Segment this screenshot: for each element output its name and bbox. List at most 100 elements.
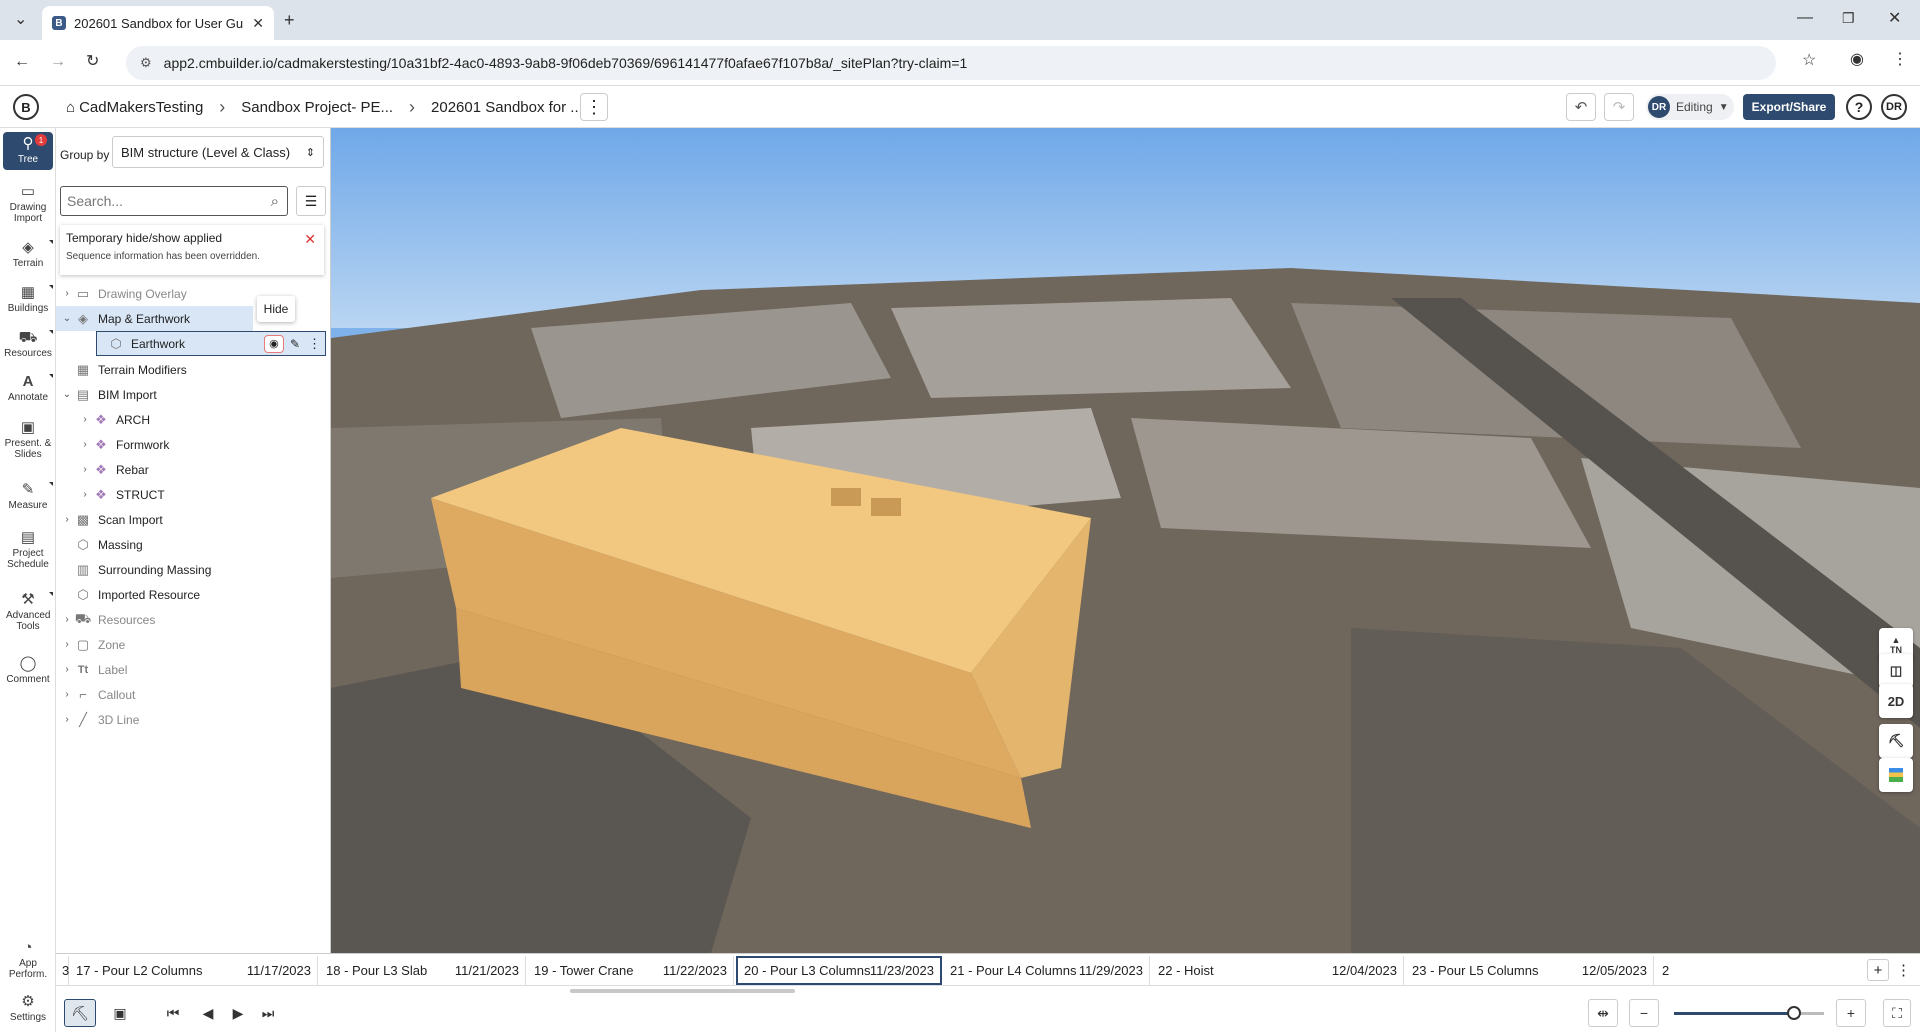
rail-project-schedule[interactable]: ▤ Project Schedule bbox=[0, 530, 56, 571]
step-back-icon[interactable]: ◀ bbox=[196, 999, 220, 1027]
chevron-right-icon[interactable]: › bbox=[78, 464, 92, 475]
breadcrumb-org[interactable]: CadMakersTesting bbox=[79, 99, 203, 116]
chevron-down-icon[interactable]: ⌄ bbox=[60, 313, 74, 324]
rail-annotate[interactable]: A Annotate bbox=[0, 374, 56, 403]
back-icon[interactable]: ← bbox=[14, 54, 30, 70]
tree-node-bim-import[interactable]: ⌄ ▤ BIM Import bbox=[56, 382, 331, 407]
restore-icon[interactable]: ❐ bbox=[1842, 11, 1855, 25]
minimize-icon[interactable]: — bbox=[1797, 10, 1813, 26]
edit-icon[interactable]: ✎ bbox=[290, 337, 300, 351]
zoom-in-icon[interactable]: + bbox=[1836, 999, 1866, 1027]
tab-list-icon[interactable]: ⌄ bbox=[14, 12, 27, 28]
clear-override-icon[interactable]: ✕ bbox=[304, 231, 316, 248]
zoom-out-icon[interactable]: − bbox=[1629, 999, 1659, 1027]
rail-comment[interactable]: ◯ Comment bbox=[0, 656, 56, 686]
tree-node-arch[interactable]: › ❖ ARCH bbox=[56, 407, 331, 432]
redo-icon[interactable]: ↷ bbox=[1604, 93, 1634, 121]
skip-start-icon[interactable]: ⏮ bbox=[161, 999, 185, 1027]
edit-mode-dropdown[interactable]: DR Editing ▼ bbox=[1646, 94, 1734, 120]
group-by-select[interactable]: BIM structure (Level & Class) ⇕ bbox=[112, 136, 324, 168]
layers-button[interactable]: ◫ bbox=[1879, 654, 1913, 688]
rail-tree[interactable]: ⚲ Tree 1 bbox=[3, 132, 53, 170]
breadcrumb-model[interactable]: 202601 Sandbox for ... bbox=[431, 99, 583, 116]
rail-resources[interactable]: ⛟ Resources bbox=[0, 330, 56, 359]
forward-icon[interactable]: → bbox=[50, 54, 66, 70]
timeline-step[interactable]: 23 - Pour L5 Columns 12/05/2023 bbox=[1406, 956, 1654, 985]
rail-buildings[interactable]: ▦ Buildings bbox=[0, 285, 56, 314]
fullscreen-icon[interactable]: ⛶ bbox=[1883, 999, 1911, 1027]
tree-node-zone[interactable]: › ▢ Zone bbox=[56, 632, 331, 657]
tree-node-surrounding-massing[interactable]: ▥ Surrounding Massing bbox=[56, 557, 331, 582]
tree-node-callout[interactable]: › ⌐ Callout bbox=[56, 682, 331, 707]
search-input[interactable]: Search... ⌕ bbox=[60, 186, 288, 216]
new-tab-icon[interactable]: + bbox=[284, 11, 295, 29]
play-icon[interactable]: ▶ bbox=[226, 999, 250, 1027]
tree-node-scan-import[interactable]: › ▩ Scan Import bbox=[56, 507, 331, 532]
tree-node-resources[interactable]: › ⛟ Resources bbox=[56, 607, 331, 632]
home-icon[interactable]: ⌂ bbox=[66, 99, 75, 116]
chevron-right-icon[interactable]: › bbox=[60, 689, 74, 700]
rail-app-performance[interactable]: ◔ App Perform. bbox=[0, 940, 56, 981]
chevron-right-icon[interactable]: › bbox=[78, 414, 92, 425]
rail-presentation[interactable]: ▣ Present. & Slides bbox=[0, 420, 56, 461]
more-icon[interactable]: ⋮ bbox=[308, 336, 321, 352]
chevron-right-icon[interactable]: › bbox=[60, 288, 74, 299]
timeline-step[interactable]: 2 bbox=[1656, 956, 1676, 985]
browser-tab[interactable]: B 202601 Sandbox for User Guide ✕ bbox=[42, 6, 274, 40]
export-share-button[interactable]: Export/Share bbox=[1743, 94, 1835, 120]
chevron-right-icon[interactable]: › bbox=[60, 514, 74, 525]
rail-measure[interactable]: ✎ Measure bbox=[0, 482, 56, 511]
chevron-right-icon[interactable]: › bbox=[60, 639, 74, 650]
color-legend-button[interactable] bbox=[1879, 758, 1913, 792]
chevron-right-icon[interactable]: › bbox=[78, 489, 92, 500]
rail-advanced-tools[interactable]: ⚒ Advanced Tools bbox=[0, 592, 56, 632]
chevron-right-icon[interactable]: › bbox=[60, 714, 74, 725]
tree-node-terrain-modifiers[interactable]: ▦ Terrain Modifiers bbox=[56, 357, 331, 382]
timeline-step[interactable]: 3 bbox=[56, 956, 69, 985]
tree-node-label[interactable]: › Tt Label bbox=[56, 657, 331, 682]
tree-node-imported-resource[interactable]: ⬡ Imported Resource bbox=[56, 582, 331, 607]
timeline-step-current[interactable]: 20 - Pour L3 Columns 11/23/2023 bbox=[736, 956, 942, 985]
tree-node-struct[interactable]: › ❖ STRUCT bbox=[56, 482, 331, 507]
bookmark-star-icon[interactable]: ☆ bbox=[1802, 53, 1816, 69]
user-avatar[interactable]: DR bbox=[1881, 94, 1907, 120]
reload-icon[interactable]: ↻ bbox=[86, 54, 99, 70]
timeline-step[interactable]: 19 - Tower Crane 11/22/2023 bbox=[528, 956, 734, 985]
undo-icon[interactable]: ↶ bbox=[1566, 93, 1596, 121]
skip-end-icon[interactable]: ⏭ bbox=[256, 999, 280, 1027]
tree-node-formwork[interactable]: › ❖ Formwork bbox=[56, 432, 331, 457]
chevron-right-icon[interactable]: › bbox=[60, 664, 74, 675]
zoom-slider-knob[interactable] bbox=[1787, 1006, 1801, 1020]
browser-menu-icon[interactable]: ⋮ bbox=[1892, 52, 1908, 68]
app-logo[interactable]: B bbox=[13, 94, 39, 120]
filter-list-button[interactable]: ☰ bbox=[296, 186, 326, 216]
tree-node-3d-line[interactable]: › ╱ 3D Line bbox=[56, 707, 331, 732]
close-tab-icon[interactable]: ✕ bbox=[252, 15, 264, 32]
timeline-scrollbar[interactable] bbox=[570, 989, 795, 993]
url-field[interactable]: ⚙ app2.cmbuilder.io/cadmakerstesting/10a… bbox=[126, 46, 1776, 80]
zoom-slider[interactable] bbox=[1674, 1006, 1824, 1020]
site-info-icon[interactable]: ⚙ bbox=[140, 55, 152, 71]
presentation-mode-button[interactable]: ▣ bbox=[106, 999, 134, 1027]
3d-viewport[interactable]: ▲ TN ◫ 2D ⛏ bbox=[331, 128, 1920, 953]
tree-node-massing[interactable]: ⬡ Massing bbox=[56, 532, 331, 557]
rail-drawing-import[interactable]: ▭ Drawing Import bbox=[0, 184, 56, 225]
chevron-right-icon[interactable]: › bbox=[60, 614, 74, 625]
tree-node-rebar[interactable]: › ❖ Rebar bbox=[56, 457, 331, 482]
rail-settings[interactable]: ⚙ Settings bbox=[0, 994, 56, 1024]
timeline-step[interactable]: 17 - Pour L2 Columns 11/17/2023 bbox=[70, 956, 318, 985]
timeline-step[interactable]: 22 - Hoist 12/04/2023 bbox=[1152, 956, 1404, 985]
profile-icon[interactable]: ◉ bbox=[1850, 52, 1864, 68]
timeline-step[interactable]: 18 - Pour L3 Slab 11/21/2023 bbox=[320, 956, 526, 985]
rail-terrain[interactable]: ◈ Terrain bbox=[0, 240, 56, 269]
view-2d-button[interactable]: 2D bbox=[1879, 684, 1913, 718]
chevron-down-icon[interactable]: ⌄ bbox=[60, 389, 74, 400]
crane-mode-button[interactable]: ⛏ bbox=[64, 999, 96, 1027]
help-button[interactable]: ? bbox=[1846, 94, 1872, 120]
add-step-icon[interactable]: + bbox=[1867, 959, 1889, 981]
fit-width-icon[interactable]: ⇹ bbox=[1588, 999, 1618, 1027]
window-close-icon[interactable]: ✕ bbox=[1888, 11, 1901, 27]
timeline-step[interactable]: 21 - Pour L4 Columns 11/29/2023 bbox=[944, 956, 1150, 985]
breadcrumb-project[interactable]: Sandbox Project- PE... bbox=[241, 99, 393, 116]
tree-node-earthwork[interactable]: ⬡ Earthwork ◉ ✎ ⋮ bbox=[96, 331, 326, 356]
